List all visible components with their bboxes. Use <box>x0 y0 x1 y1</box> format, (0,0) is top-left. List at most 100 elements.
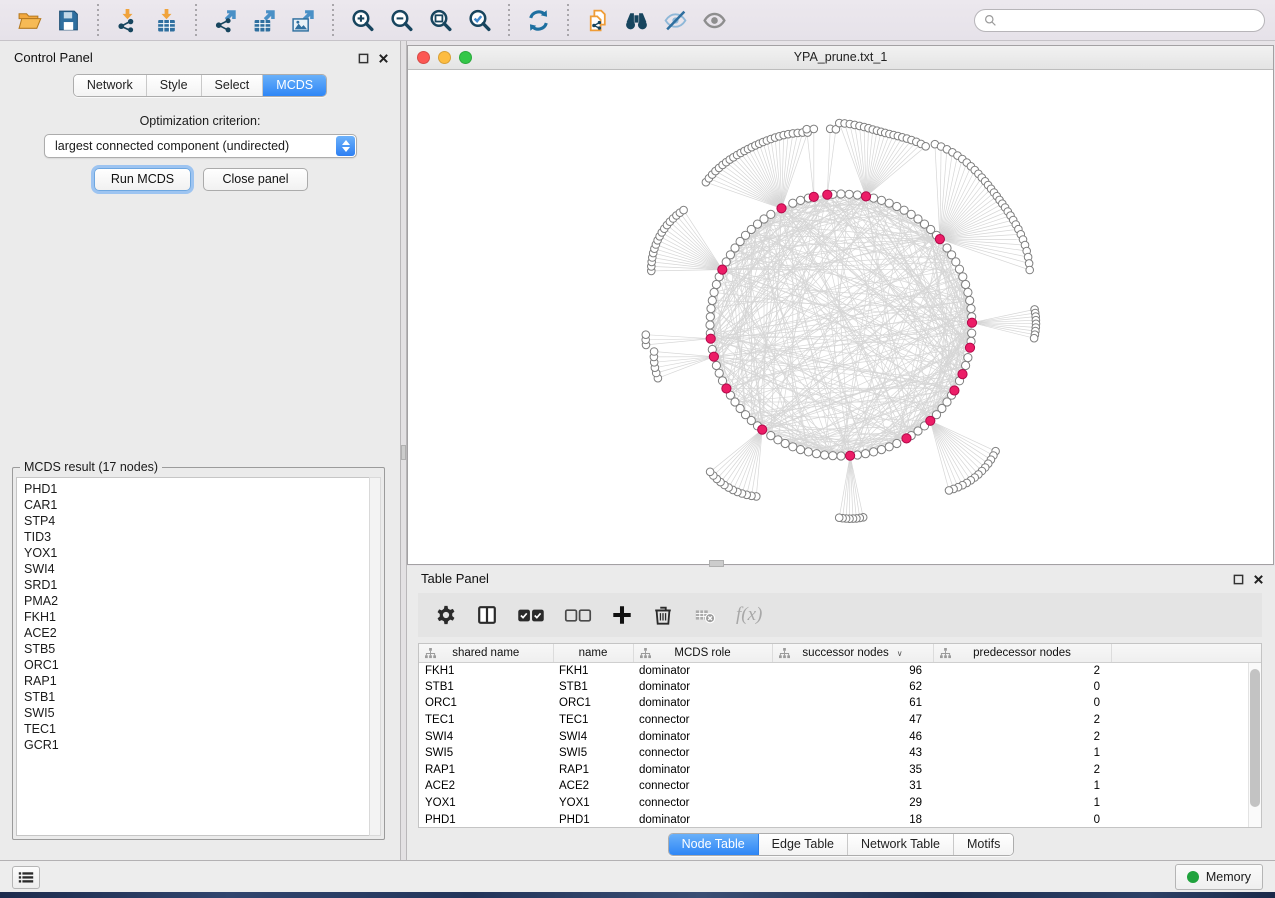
duplicate-network-icon <box>585 8 610 33</box>
splitter-grip[interactable] <box>401 445 406 460</box>
export-image-icon <box>291 8 316 33</box>
mcds-result-item[interactable]: FKH1 <box>24 609 380 625</box>
optimization-criterion-dropdown[interactable]: largest connected component (undirected) <box>44 134 357 158</box>
show-columns-button[interactable] <box>476 602 498 628</box>
delete-column-button[interactable] <box>652 602 674 628</box>
window-close-button[interactable] <box>417 51 430 64</box>
mcds-result-item[interactable]: CAR1 <box>24 497 380 513</box>
close-panel-button[interactable] <box>378 51 389 62</box>
sort-indicator-icon: ∨ <box>897 649 903 658</box>
horizontal-splitter-grip[interactable] <box>709 560 724 567</box>
tab-select[interactable]: Select <box>202 75 264 96</box>
export-image-button[interactable] <box>287 4 320 37</box>
table-cell <box>1111 762 1261 779</box>
table-panel-title: Table Panel <box>421 571 489 586</box>
mcds-result-item[interactable]: TID3 <box>24 529 380 545</box>
network-window-titlebar[interactable]: YPA_prune.txt_1 <box>408 46 1273 70</box>
mcds-result-item[interactable]: ACE2 <box>24 625 380 641</box>
vertical-splitter[interactable] <box>400 41 407 860</box>
mcds-list-scrollbar[interactable] <box>369 477 381 836</box>
mcds-result-item[interactable]: SWI5 <box>24 705 380 721</box>
mcds-result-item[interactable]: GCR1 <box>24 737 380 753</box>
task-history-button[interactable] <box>12 866 40 889</box>
search-icon <box>984 14 997 27</box>
zoom-out-button[interactable] <box>385 4 418 37</box>
mcds-result-item[interactable]: PMA2 <box>24 593 380 609</box>
table-row[interactable]: RAP1RAP1dominator352 <box>419 762 1261 779</box>
export-network-button[interactable] <box>209 4 242 37</box>
table-row[interactable]: ACE2ACE2connector311 <box>419 778 1261 795</box>
column-header-empty <box>1111 644 1261 662</box>
columns-icon <box>476 604 498 626</box>
dropdown-stepper-icon <box>336 136 355 156</box>
binoculars-icon <box>624 8 649 33</box>
mcds-result-item[interactable]: TEC1 <box>24 721 380 737</box>
network-from-selection-button[interactable] <box>581 4 614 37</box>
first-neighbors-button[interactable] <box>620 4 653 37</box>
tab-mcds[interactable]: MCDS <box>263 75 326 96</box>
mcds-result-item[interactable]: PHD1 <box>24 481 380 497</box>
float-panel-button[interactable] <box>358 51 369 62</box>
mcds-result-item[interactable]: RAP1 <box>24 673 380 689</box>
table-row[interactable]: PHD1PHD1dominator180 <box>419 811 1261 828</box>
tab-motifs[interactable]: Motifs <box>954 834 1013 855</box>
table-row[interactable]: SWI5SWI5connector431 <box>419 745 1261 762</box>
network-canvas[interactable] <box>408 70 1273 564</box>
mcds-result-item[interactable]: YOX1 <box>24 545 380 561</box>
close-table-panel-button[interactable] <box>1253 572 1264 583</box>
show-all-button[interactable] <box>698 4 731 37</box>
search-box[interactable] <box>974 9 1265 32</box>
import-network-button[interactable] <box>111 4 144 37</box>
mcds-result-item[interactable]: SWI4 <box>24 561 380 577</box>
table-cell: 46 <box>772 728 933 745</box>
save-session-button[interactable] <box>52 4 85 37</box>
table-settings-button[interactable] <box>435 602 457 628</box>
import-table-button[interactable] <box>150 4 183 37</box>
window-minimize-button[interactable] <box>438 51 451 64</box>
window-maximize-button[interactable] <box>459 51 472 64</box>
open-file-button[interactable] <box>13 4 46 37</box>
zoom-in-button[interactable] <box>346 4 379 37</box>
select-all-button[interactable] <box>517 602 545 628</box>
control-tabs: NetworkStyleSelectMCDS <box>73 74 327 97</box>
mcds-result-item[interactable]: STP4 <box>24 513 380 529</box>
mcds-result-item[interactable]: STB5 <box>24 641 380 657</box>
hide-selected-button[interactable] <box>659 4 692 37</box>
memory-button[interactable]: Memory <box>1175 864 1263 890</box>
mcds-result-item[interactable]: STB1 <box>24 689 380 705</box>
table-cell: 2 <box>933 728 1111 745</box>
mcds-result-item[interactable]: ORC1 <box>24 657 380 673</box>
tab-network[interactable]: Network <box>74 75 147 96</box>
float-table-panel-button[interactable] <box>1233 572 1244 583</box>
table-row[interactable]: FKH1FKH1dominator962 <box>419 662 1261 679</box>
table-row[interactable]: ORC1ORC1dominator610 <box>419 695 1261 712</box>
table-cell: FKH1 <box>553 662 633 679</box>
close-panel-action-button[interactable]: Close panel <box>203 168 308 191</box>
column-header-predecessor-nodes[interactable]: predecessor nodes <box>933 644 1111 662</box>
run-mcds-button[interactable]: Run MCDS <box>94 168 191 191</box>
table-row[interactable]: STB1STB1dominator620 <box>419 679 1261 696</box>
table-cell: SWI4 <box>419 728 553 745</box>
zoom-selected-button[interactable] <box>463 4 496 37</box>
column-header-successor-nodes[interactable]: successor nodes∨ <box>772 644 933 662</box>
export-table-button[interactable] <box>248 4 281 37</box>
tab-network-table[interactable]: Network Table <box>848 834 954 855</box>
table-row[interactable]: TEC1TEC1connector472 <box>419 712 1261 729</box>
table-scrollbar[interactable] <box>1248 663 1261 827</box>
add-column-button[interactable] <box>611 602 633 628</box>
deselect-all-button[interactable] <box>564 602 592 628</box>
zoom-fit-button[interactable] <box>424 4 457 37</box>
table-row[interactable]: YOX1YOX1connector291 <box>419 795 1261 812</box>
column-header-name[interactable]: name <box>553 644 633 662</box>
search-input[interactable] <box>1003 13 1255 27</box>
shared-column-icon <box>779 648 790 659</box>
tab-style[interactable]: Style <box>147 75 202 96</box>
column-header-mcds-role[interactable]: MCDS role <box>633 644 772 662</box>
table-scrollbar-thumb[interactable] <box>1250 669 1260 807</box>
tab-node-table[interactable]: Node Table <box>669 834 759 855</box>
mcds-result-item[interactable]: SRD1 <box>24 577 380 593</box>
table-row[interactable]: SWI4SWI4dominator462 <box>419 728 1261 745</box>
apply-layout-button[interactable] <box>522 4 555 37</box>
tab-edge-table[interactable]: Edge Table <box>759 834 848 855</box>
column-header-shared-name[interactable]: shared name <box>419 644 553 662</box>
